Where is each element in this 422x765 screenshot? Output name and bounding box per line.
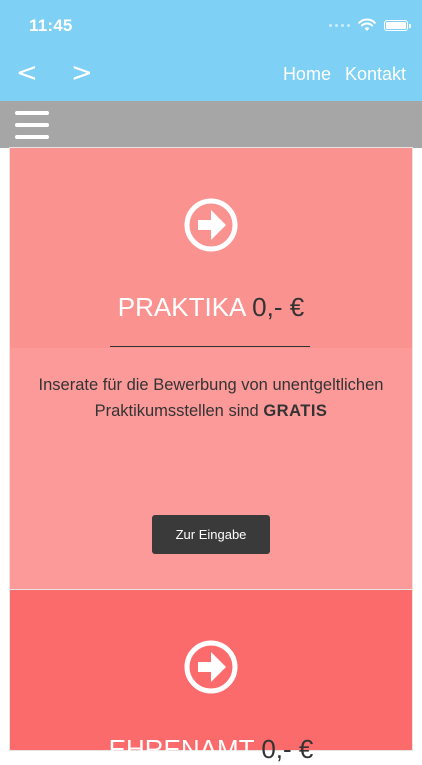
status-icons — [329, 15, 411, 35]
zur-eingabe-button[interactable]: Zur Eingabe — [152, 515, 270, 554]
hamburger-icon[interactable] — [15, 110, 49, 140]
arrow-right-circle-icon[interactable] — [184, 640, 238, 694]
forward-button[interactable]: > — [71, 58, 93, 88]
nav-links: Home Kontakt — [283, 64, 406, 85]
praktika-title-price: 0,- € — [252, 292, 305, 322]
status-time: 11:45 — [29, 16, 73, 35]
description-line-1: Inserate für die Bewerbung von unentgelt… — [38, 376, 384, 394]
back-button[interactable]: < — [16, 58, 38, 88]
kontakt-link[interactable]: Kontakt — [345, 64, 406, 85]
arrow-right-circle-icon[interactable] — [184, 198, 238, 252]
wifi-icon — [358, 18, 376, 31]
home-link[interactable]: Home — [283, 64, 331, 85]
signal-icon — [329, 23, 350, 27]
praktika-title: PRAKTIKA 0,- € — [10, 292, 412, 323]
ehrenamt-title-price: 0,- € — [261, 734, 314, 764]
praktika-description: Inserate für die Bewerbung von unentgelt… — [10, 372, 412, 424]
praktika-title-word: PRAKTIKA — [117, 292, 245, 322]
praktika-card: PRAKTIKA 0,- € Inserate für die Bewerbun… — [10, 148, 412, 590]
top-bar: 11:45 < > Home Kontakt — [0, 0, 422, 101]
ehrenamt-title-word: EHRENAMT — [108, 734, 255, 764]
content-area: PRAKTIKA 0,- € Inserate für die Bewerbun… — [0, 148, 422, 764]
menu-bar — [0, 101, 422, 148]
ehrenamt-card: EHRENAMT 0,- € — [10, 590, 412, 764]
gratis-label: GRATIS — [263, 402, 328, 420]
battery-icon — [384, 19, 411, 31]
title-divider — [110, 346, 310, 347]
description-line-2: Praktikumsstellen sind — [94, 402, 259, 420]
